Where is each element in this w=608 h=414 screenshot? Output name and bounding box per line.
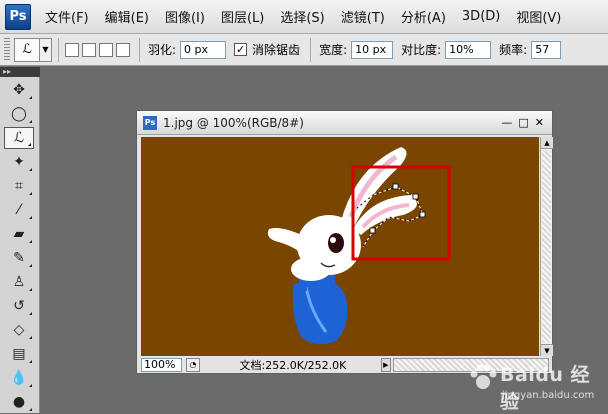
- status-menu-arrow-icon[interactable]: ▶: [381, 358, 391, 372]
- width-label: 宽度:: [319, 43, 348, 57]
- blur-tool-icon: 💧: [10, 370, 28, 386]
- menu-3d[interactable]: 3D(D): [454, 9, 508, 24]
- intersect-selection-button[interactable]: [116, 42, 130, 57]
- eraser-tool-button[interactable]: ◇: [4, 319, 34, 341]
- new-selection-button[interactable]: [65, 42, 79, 57]
- menu-image[interactable]: 图像(I): [157, 7, 213, 26]
- maximize-icon[interactable]: □: [518, 116, 528, 129]
- vertical-scrollbar[interactable]: ▲ ▼: [540, 137, 553, 356]
- zoom-input[interactable]: 100%: [141, 358, 183, 372]
- eyedropper-tool-button[interactable]: ⁄: [4, 199, 34, 221]
- eraser-tool-icon: ◇: [13, 322, 25, 338]
- marquee-tool-icon: ◯: [11, 106, 27, 122]
- gradient-tool-button[interactable]: ▤: [4, 343, 34, 365]
- clone-stamp-tool-button[interactable]: ♙: [4, 271, 34, 293]
- document-canvas[interactable]: [141, 137, 539, 356]
- tool-preset-dropdown[interactable]: ▼: [40, 37, 52, 62]
- contrast-input[interactable]: 10%: [445, 40, 492, 59]
- tools-panel: ✥ ◯ ℒ ✦ ⌗ ⁄ ▰ ✎ ♙ ↺ ◇ ▤ 💧 ●: [0, 77, 40, 413]
- paw-logo-icon: [470, 364, 497, 389]
- history-brush-tool-icon: ↺: [13, 298, 25, 314]
- marquee-tool-button[interactable]: ◯: [4, 103, 34, 125]
- move-tool-icon: ✥: [13, 82, 25, 98]
- tool-preset-picker[interactable]: ℒ: [14, 37, 40, 62]
- healing-brush-tool-button[interactable]: ▰: [4, 223, 34, 245]
- menu-layer[interactable]: 图层(L): [213, 7, 272, 26]
- menu-file[interactable]: 文件(F): [37, 7, 97, 26]
- separator: [310, 37, 312, 62]
- crop-tool-button[interactable]: ⌗: [4, 175, 34, 197]
- antialias-label: 消除锯齿: [252, 43, 301, 57]
- move-tool-button[interactable]: ✥: [4, 79, 34, 101]
- document-title: 1.jpg @ 100%(RGB/8#): [163, 115, 304, 130]
- brush-tool-icon: ✎: [13, 250, 25, 266]
- separator: [139, 37, 140, 62]
- ps-document-icon: Ps: [143, 115, 157, 130]
- frequency-input[interactable]: 57: [531, 40, 562, 59]
- menu-edit[interactable]: 编辑(E): [97, 7, 157, 26]
- menu-select[interactable]: 选择(S): [272, 7, 332, 26]
- document-window: Ps 1.jpg @ 100%(RGB/8#) — □ ✕ ▲ ▼ 100% ◔…: [136, 110, 553, 374]
- blur-tool-button[interactable]: 💧: [4, 367, 34, 389]
- subtract-from-selection-button[interactable]: [99, 42, 113, 57]
- antialias-checkbox[interactable]: ✓: [234, 43, 248, 56]
- menu-bar: Ps 文件(F) 编辑(E) 图像(I) 图层(L) 选择(S) 滤镜(T) 分…: [0, 0, 608, 34]
- photoshop-logo: Ps: [5, 3, 31, 30]
- clone-stamp-tool-icon: ♙: [12, 274, 26, 290]
- scroll-down-icon[interactable]: ▼: [541, 344, 553, 356]
- dodge-tool-button[interactable]: ●: [4, 391, 34, 413]
- width-input[interactable]: 10 px: [351, 40, 394, 59]
- tools-panel-grip[interactable]: ▸▸: [0, 67, 40, 77]
- healing-brush-tool-icon: ▰: [13, 226, 25, 242]
- menu-filter[interactable]: 滤镜(T): [333, 7, 393, 26]
- magnetic-lasso-tool-button[interactable]: ℒ: [4, 127, 34, 149]
- contrast-label: 对比度:: [401, 43, 442, 57]
- feather-label: 羽化:: [148, 43, 177, 57]
- minimize-icon[interactable]: —: [501, 116, 512, 129]
- dodge-tool-icon: ●: [12, 394, 26, 410]
- magnetic-lasso-icon: ℒ: [22, 42, 32, 57]
- watermark-url: jingyan.baidu.com: [502, 390, 595, 401]
- close-icon[interactable]: ✕: [535, 116, 544, 129]
- scroll-up-icon[interactable]: ▲: [541, 137, 553, 149]
- menu-view[interactable]: 视图(V): [508, 7, 569, 26]
- watermark: Baidu 经验 jingyan.baidu.com: [466, 358, 606, 413]
- add-to-selection-button[interactable]: [82, 42, 96, 57]
- canvas-artwork: [267, 147, 451, 345]
- history-brush-tool-button[interactable]: ↺: [4, 295, 34, 317]
- options-bar-grip[interactable]: [4, 37, 10, 62]
- status-options-icon[interactable]: ◔: [186, 358, 200, 372]
- crop-tool-icon: ⌗: [15, 178, 23, 194]
- separator: [58, 37, 59, 62]
- gradient-tool-icon: ▤: [12, 346, 26, 362]
- brush-tool-button[interactable]: ✎: [4, 247, 34, 269]
- menu-analysis[interactable]: 分析(A): [393, 7, 454, 26]
- document-title-bar[interactable]: Ps 1.jpg @ 100%(RGB/8#) — □ ✕: [137, 111, 552, 135]
- feather-input[interactable]: 0 px: [180, 40, 227, 59]
- scroll-track[interactable]: [542, 151, 551, 342]
- magnetic-lasso-tool-icon: ℒ: [13, 130, 25, 146]
- eyedropper-tool-icon: ⁄: [17, 202, 21, 218]
- magic-wand-tool-icon: ✦: [13, 154, 25, 170]
- magic-wand-tool-button[interactable]: ✦: [4, 151, 34, 173]
- chevron-down-icon: ▼: [42, 45, 49, 54]
- watermark-brand: Baidu 经验: [500, 364, 591, 413]
- options-bar: ℒ ▼ 羽化: 0 px ✓ 消除锯齿 宽度: 10 px 对比度: 10% 频…: [0, 34, 608, 66]
- frequency-label: 频率:: [499, 43, 528, 57]
- document-info: 文档:252.0K/252.0K: [239, 359, 347, 372]
